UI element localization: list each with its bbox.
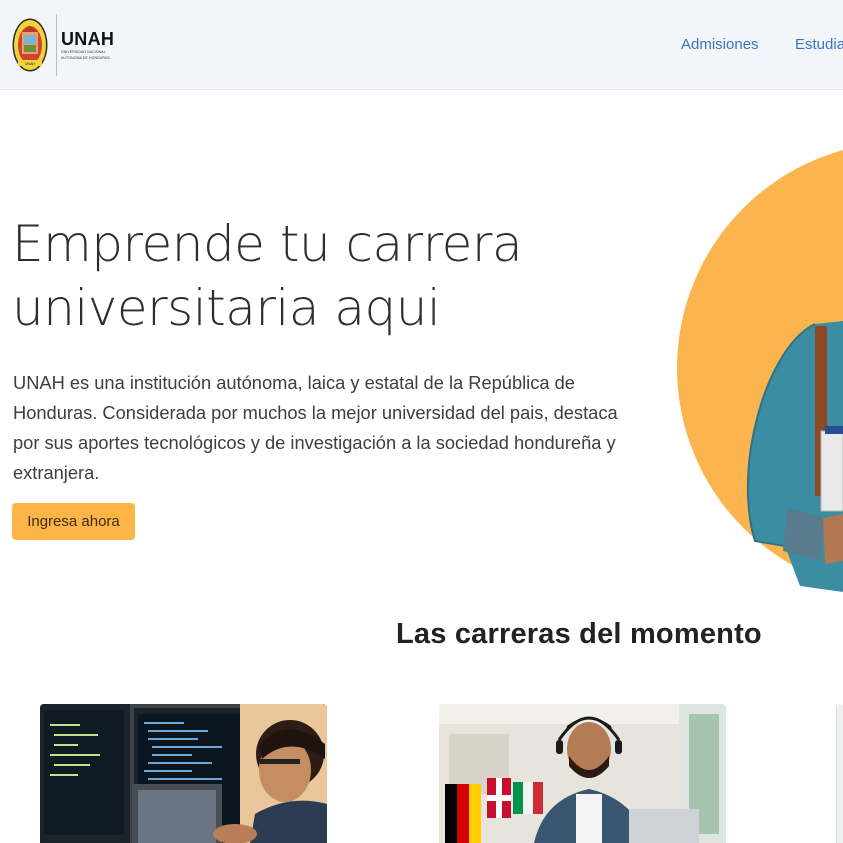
navbar: UNAH UNAH UNIVERSIDAD NACIONAL AUTÓNOMA … <box>0 0 843 90</box>
student-photo-icon <box>677 150 843 592</box>
unah-seal-icon: UNAH <box>12 18 48 72</box>
ingresa-ahora-button[interactable]: Ingresa ahora <box>12 503 135 540</box>
brand-name: UNAH <box>61 29 115 49</box>
hero-title: Emprende tu carrera universitaria aqui <box>12 212 572 340</box>
hero-student-image <box>675 146 843 592</box>
brand-subtitle-line1: UNIVERSIDAD NACIONAL <box>61 50 106 54</box>
svg-text:UNAH: UNAH <box>25 62 35 66</box>
hero-title-line2: universitaria aqui <box>12 279 441 337</box>
brand-subtitle-line2: AUTÓNOMA DE HONDURAS <box>61 56 110 60</box>
brand-text: UNAH UNIVERSIDAD NACIONAL AUTÓNOMA DE HO… <box>61 30 114 60</box>
nav-link-estudiantes[interactable]: Estudia <box>795 36 843 53</box>
career-card-programming[interactable] <box>40 704 327 843</box>
career-card-languages[interactable] <box>439 704 726 843</box>
hero-description: UNAH es una institución autónoma, laica … <box>13 372 618 483</box>
languages-student-photo-icon <box>439 704 726 843</box>
nav-link-admisiones[interactable]: Admisiones <box>681 36 759 53</box>
programmer-photo-icon <box>40 704 327 843</box>
hero-title-line1: Emprende tu carrera <box>12 215 523 273</box>
careers-section-title: Las carreras del momento <box>396 618 762 650</box>
logo-divider <box>56 14 57 76</box>
career-card-partial[interactable] <box>836 704 843 843</box>
brand-logo[interactable]: UNAH UNAH UNIVERSIDAD NACIONAL AUTÓNOMA … <box>12 14 114 76</box>
